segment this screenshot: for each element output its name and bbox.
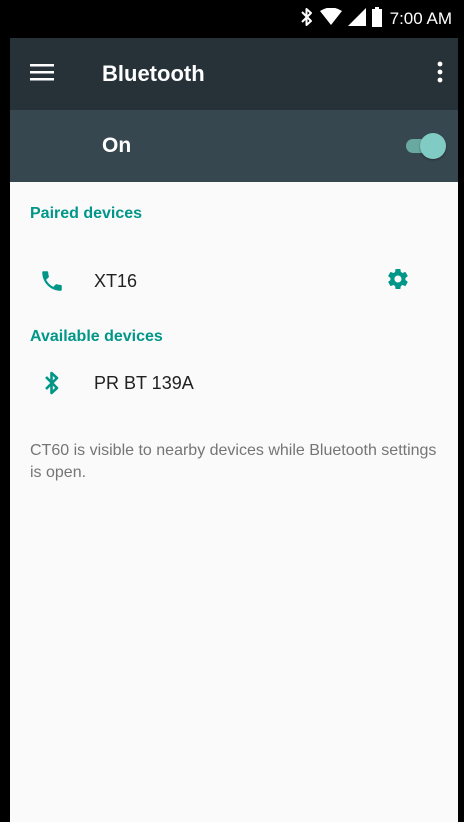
bluetooth-toggle[interactable] — [402, 133, 446, 159]
status-icons: 7:00 AM — [300, 0, 452, 38]
switch-label: On — [102, 134, 132, 157]
device-settings-button[interactable] — [384, 267, 412, 295]
toggle-thumb — [420, 133, 446, 159]
paired-device-name: XT16 — [94, 271, 138, 291]
screen: 7:00 AM Bluetooth On Paired devices XT16… — [10, 0, 458, 822]
available-devices-header: Available devices — [30, 328, 163, 345]
menu-button[interactable] — [24, 56, 60, 92]
paired-devices-header: Paired devices — [30, 205, 143, 222]
page-title: Bluetooth — [102, 61, 205, 86]
bluetooth-icon — [300, 7, 314, 32]
available-device-row[interactable]: PR BT 139A — [10, 355, 458, 411]
status-bar: 7:00 AM — [10, 0, 458, 38]
wifi-icon — [319, 7, 342, 31]
visibility-note: CT60 is visible to nearby devices while … — [30, 442, 437, 481]
bluetooth-icon — [38, 367, 66, 399]
status-time: 7:00 AM — [389, 9, 452, 28]
bluetooth-master-switch[interactable]: On — [10, 110, 458, 182]
gear-icon — [386, 267, 410, 296]
app-bar: Bluetooth — [10, 38, 458, 110]
battery-icon — [371, 6, 382, 32]
menu-icon — [30, 63, 54, 86]
overflow-menu-button[interactable] — [428, 56, 452, 92]
phone-icon — [38, 265, 66, 297]
more-vert-icon — [437, 61, 443, 88]
signal-icon — [347, 7, 366, 31]
available-device-name: PR BT 139A — [94, 373, 194, 393]
paired-device-row[interactable]: XT16 — [10, 253, 458, 309]
